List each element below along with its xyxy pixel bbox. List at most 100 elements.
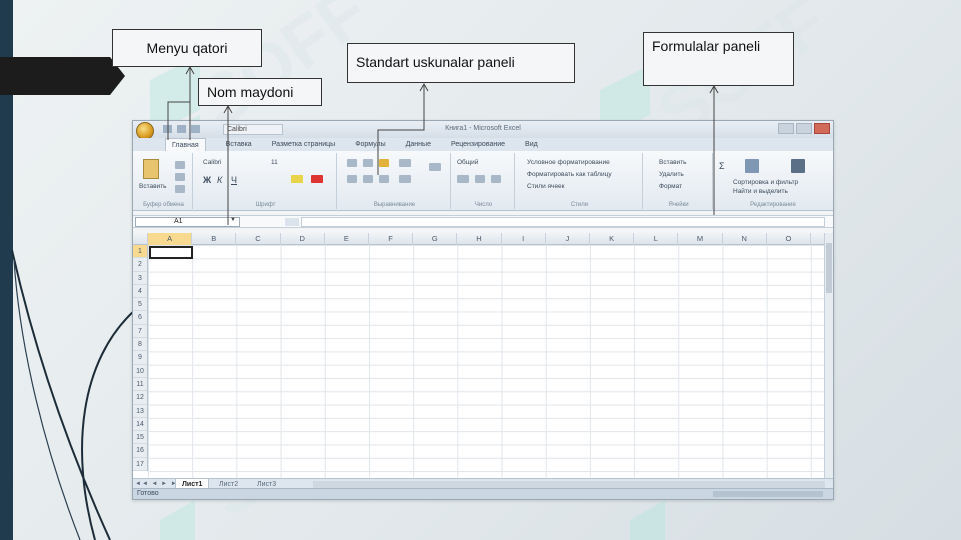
column-header[interactable]: E: [325, 233, 369, 245]
select-all-corner[interactable]: [133, 233, 148, 245]
cell-styles-button[interactable]: Стили ячеек: [527, 183, 565, 190]
font-size-box[interactable]: 11: [271, 159, 278, 166]
tab-insert[interactable]: Вставка: [226, 138, 252, 151]
column-header[interactable]: O: [767, 233, 811, 245]
align-top-icon[interactable]: [347, 159, 357, 167]
column-header[interactable]: D: [281, 233, 325, 245]
column-header[interactable]: A: [148, 233, 193, 245]
autosum-icon[interactable]: Σ: [719, 161, 725, 171]
align-right-icon[interactable]: [379, 175, 389, 183]
tab-view[interactable]: Вид: [525, 138, 538, 151]
row-header[interactable]: 2: [133, 258, 147, 272]
group-cells: Вставить Удалить Формат Ячейки: [645, 153, 713, 209]
close-button[interactable]: [814, 123, 830, 134]
row-header[interactable]: 11: [133, 378, 147, 392]
currency-icon[interactable]: [457, 175, 469, 183]
percent-icon[interactable]: [475, 175, 485, 183]
tab-home[interactable]: Главная: [165, 138, 206, 151]
font-color-icon[interactable]: [311, 175, 323, 183]
bold-icon[interactable]: Ж: [203, 175, 211, 185]
find-select-label[interactable]: Найти и выделить: [733, 188, 788, 195]
paste-label[interactable]: Вставить: [139, 183, 167, 190]
row-header[interactable]: 14: [133, 418, 147, 432]
format-as-table-button[interactable]: Форматировать как таблицу: [527, 171, 612, 178]
row-headers: 1 2 3 4 5 6 7 8 9 10 11 12 13 14 15 16 1…: [133, 245, 148, 472]
format-cells-button[interactable]: Формат: [659, 183, 682, 190]
column-header[interactable]: L: [634, 233, 679, 245]
column-header[interactable]: K: [590, 233, 635, 245]
row-header[interactable]: 12: [133, 391, 147, 405]
row-header[interactable]: 5: [133, 298, 147, 312]
number-format-box[interactable]: Общий: [457, 159, 478, 166]
insert-cells-button[interactable]: Вставить: [659, 159, 687, 166]
conditional-formatting-button[interactable]: Условное форматирование: [527, 159, 610, 166]
column-header[interactable]: B: [192, 233, 237, 245]
column-header[interactable]: H: [457, 233, 502, 245]
active-cell-a1[interactable]: [149, 246, 193, 259]
minimize-button[interactable]: [778, 123, 794, 134]
group-styles: Условное форматирование Форматировать ка…: [517, 153, 643, 209]
column-headers: A B C D E F G H I J K L M N O: [133, 233, 825, 245]
column-header[interactable]: G: [413, 233, 458, 245]
maximize-button[interactable]: [796, 123, 812, 134]
comma-icon[interactable]: [491, 175, 501, 183]
orientation-icon[interactable]: [399, 159, 411, 167]
zoom-slider[interactable]: [713, 491, 823, 497]
sort-filter-icon[interactable]: [745, 159, 759, 173]
row-header[interactable]: 10: [133, 365, 147, 378]
callout-standard-toolbar: Standart uskunalar paneli: [347, 43, 575, 83]
row-header[interactable]: 1: [133, 245, 147, 259]
group-number: Общий Число: [453, 153, 515, 209]
align-bottom-icon[interactable]: [379, 159, 389, 167]
tab-formulas[interactable]: Формулы: [355, 138, 385, 151]
cell-grid[interactable]: [148, 245, 825, 478]
row-header[interactable]: 3: [133, 272, 147, 285]
indent-icon[interactable]: [399, 175, 411, 183]
name-box[interactable]: A1: [135, 217, 240, 227]
group-label-styles: Стили: [570, 202, 589, 208]
fill-color-icon[interactable]: [291, 175, 303, 183]
row-header[interactable]: 16: [133, 444, 147, 458]
scroll-thumb[interactable]: [826, 243, 832, 293]
font-name-box[interactable]: Calibri: [203, 159, 221, 166]
column-header[interactable]: I: [502, 233, 546, 245]
paste-icon[interactable]: [143, 159, 159, 179]
column-header[interactable]: N: [723, 233, 767, 245]
row-header[interactable]: 9: [133, 351, 147, 365]
formula-input[interactable]: [301, 217, 825, 227]
row-header[interactable]: 7: [133, 325, 147, 339]
worksheet-grid[interactable]: A B C D E F G H I J K L M N O 1 2 3 4 5 …: [133, 233, 825, 478]
fx-icon[interactable]: [285, 218, 299, 226]
align-middle-icon[interactable]: [363, 159, 373, 167]
column-header[interactable]: M: [678, 233, 723, 245]
align-center-icon[interactable]: [363, 175, 373, 183]
copy-icon[interactable]: [175, 173, 185, 181]
row-header[interactable]: 8: [133, 338, 147, 352]
wrap-text-icon[interactable]: [429, 163, 441, 171]
row-header[interactable]: 13: [133, 405, 147, 418]
vertical-scrollbar[interactable]: [824, 233, 833, 478]
excel-window: Calibri Книга1 - Microsoft Excel Главная…: [132, 120, 834, 500]
row-header[interactable]: 6: [133, 311, 147, 325]
italic-icon[interactable]: К: [217, 175, 222, 185]
find-select-icon[interactable]: [791, 159, 805, 173]
column-header[interactable]: F: [369, 233, 414, 245]
group-label-font: Шрифт: [255, 202, 276, 208]
underline-icon[interactable]: Ч: [231, 175, 237, 185]
column-header[interactable]: J: [546, 233, 590, 245]
row-header[interactable]: 17: [133, 458, 147, 472]
tab-page-layout[interactable]: Разметка страницы: [272, 138, 336, 151]
align-left-icon[interactable]: [347, 175, 357, 183]
format-painter-icon[interactable]: [175, 185, 185, 193]
tab-data[interactable]: Данные: [406, 138, 431, 151]
column-header[interactable]: C: [236, 233, 281, 245]
cut-icon[interactable]: [175, 161, 185, 169]
tab-review[interactable]: Рецензирование: [451, 138, 505, 151]
delete-cells-button[interactable]: Удалить: [659, 171, 684, 178]
row-header[interactable]: 4: [133, 285, 147, 299]
callout-menu-bar: Menyu qatori: [112, 29, 262, 67]
row-header[interactable]: 15: [133, 431, 147, 445]
horizontal-scrollbar[interactable]: [313, 481, 825, 488]
ribbon: Вставить Буфер обмена Calibri 11 Ж К Ч Ш…: [133, 151, 833, 211]
sort-filter-label[interactable]: Сортировка и фильтр: [733, 179, 798, 186]
